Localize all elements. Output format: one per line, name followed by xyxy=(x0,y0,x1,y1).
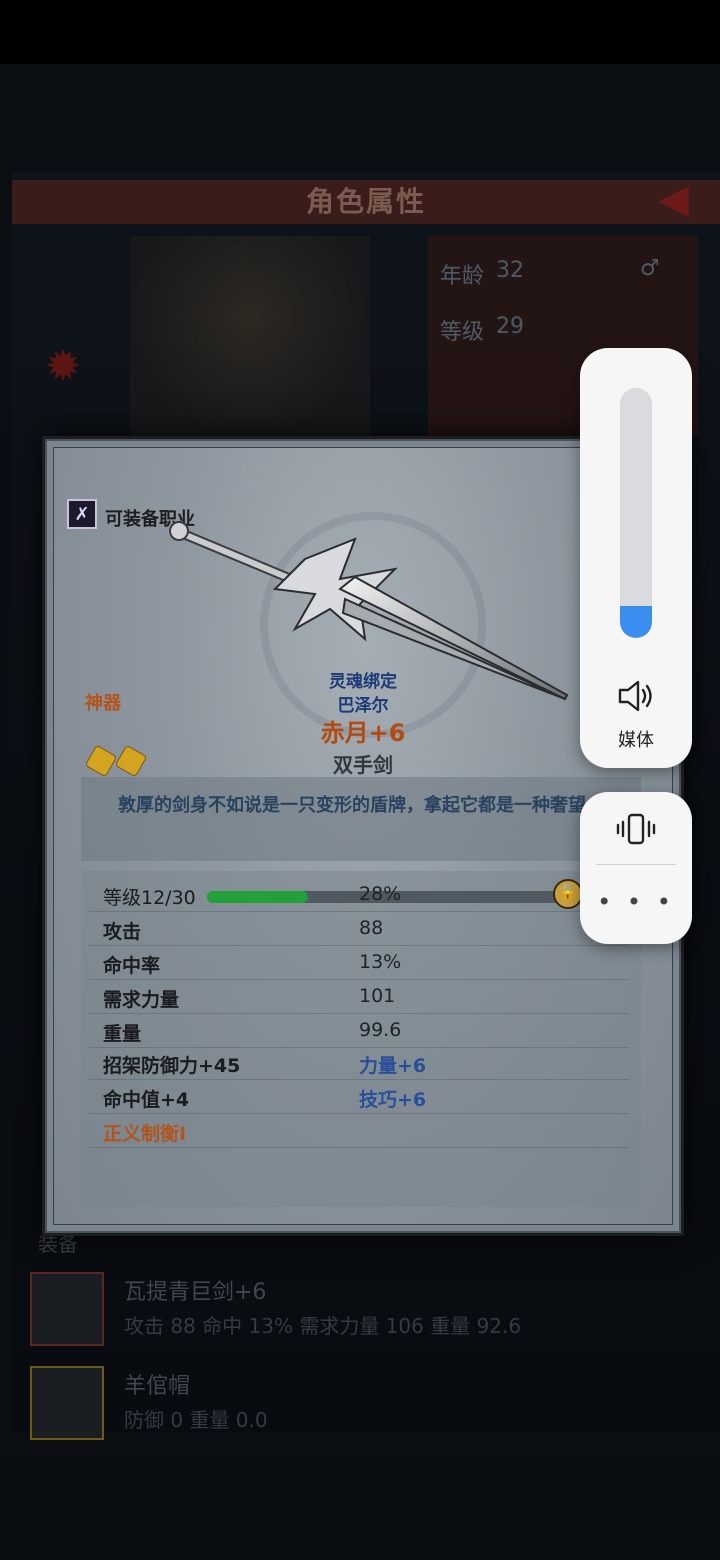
item-description: 敦厚的剑身不如说是一只变形的盾牌，拿起它都是一种奢望。 xyxy=(118,795,604,816)
stat-value: 101 xyxy=(359,985,396,1007)
level-value: 29 xyxy=(496,314,524,339)
age-label: 年龄 xyxy=(440,264,485,289)
stat-label: 重量 xyxy=(103,1023,142,1045)
stat-label: 需求力量 xyxy=(103,989,180,1011)
age-value: 32 xyxy=(496,258,524,283)
volume-slider[interactable] xyxy=(620,388,652,638)
volume-panel: 媒体 xyxy=(580,348,692,768)
stat-label: 命中率 xyxy=(103,955,161,977)
equip-class-icon[interactable]: ✗ xyxy=(67,499,97,529)
equipment-item[interactable]: 瓦提青巨剑+6 攻击 88 命中 13% 需求力量 106 重量 92.6 xyxy=(24,1272,714,1352)
level-progress-fill xyxy=(207,891,308,903)
vibrate-icon[interactable] xyxy=(616,812,656,846)
item-stats: 攻击 88 命中 13% 需求力量 106 重量 92.6 xyxy=(124,1314,522,1338)
gender-icon: ♂ xyxy=(640,256,660,281)
level-label: 等级 xyxy=(440,320,485,345)
item-thumbnail xyxy=(30,1272,104,1346)
stat-row: 需求力量 101 xyxy=(89,981,629,1014)
level-text: 等级12/30 xyxy=(103,887,196,909)
bonus-row: 命中值+4 技巧+6 xyxy=(89,1081,629,1114)
special-effect: 正义制衡I xyxy=(103,1123,187,1145)
stat-value: 88 xyxy=(359,917,384,939)
lock-icon[interactable]: 🔓 xyxy=(553,879,583,909)
bonus-left: 招架防御力+45 xyxy=(103,1055,241,1077)
bonus-left: 命中值+4 xyxy=(103,1089,190,1111)
equipment-item[interactable]: 羊倌帽 防御 0 重量 0.0 xyxy=(24,1366,714,1446)
stat-row: 重量 99.6 xyxy=(89,1015,629,1048)
volume-slider-fill xyxy=(620,605,652,638)
ringer-mode-panel: • • • xyxy=(580,792,692,944)
stat-value: 99.6 xyxy=(359,1019,402,1041)
special-row: 正义制衡I xyxy=(89,1115,629,1148)
stat-row: 命中率 13% xyxy=(89,947,629,980)
volume-stream-label: 媒体 xyxy=(618,730,654,751)
back-arrow-icon[interactable]: ◀ xyxy=(658,176,708,222)
navigation-bar xyxy=(0,1450,720,1560)
item-name: 瓦提青巨剑+6 xyxy=(124,1280,267,1305)
character-portrait xyxy=(130,236,370,436)
level-percent: 28% xyxy=(359,883,402,905)
more-icon[interactable]: • • • xyxy=(580,888,692,916)
bonus-right: 力量+6 xyxy=(359,1055,427,1077)
speaker-icon[interactable] xyxy=(616,678,656,714)
bonus-right: 技巧+6 xyxy=(359,1089,427,1111)
bonus-row: 招架防御力+45 力量+6 xyxy=(89,1047,629,1080)
divider xyxy=(596,864,676,865)
stat-row: 攻击 88 xyxy=(89,913,629,946)
item-stats: 防御 0 重量 0.0 xyxy=(124,1408,268,1432)
item-thumbnail xyxy=(30,1366,104,1440)
screen-title: 角色属性 xyxy=(12,180,720,224)
stat-value: 13% xyxy=(359,951,402,973)
item-name: 羊倌帽 xyxy=(124,1374,191,1399)
status-bar xyxy=(0,0,720,64)
emblem-icon: ✹ xyxy=(44,341,82,392)
level-row: 等级12/30 28% 🔓 xyxy=(89,879,629,912)
stat-label: 攻击 xyxy=(103,921,142,943)
